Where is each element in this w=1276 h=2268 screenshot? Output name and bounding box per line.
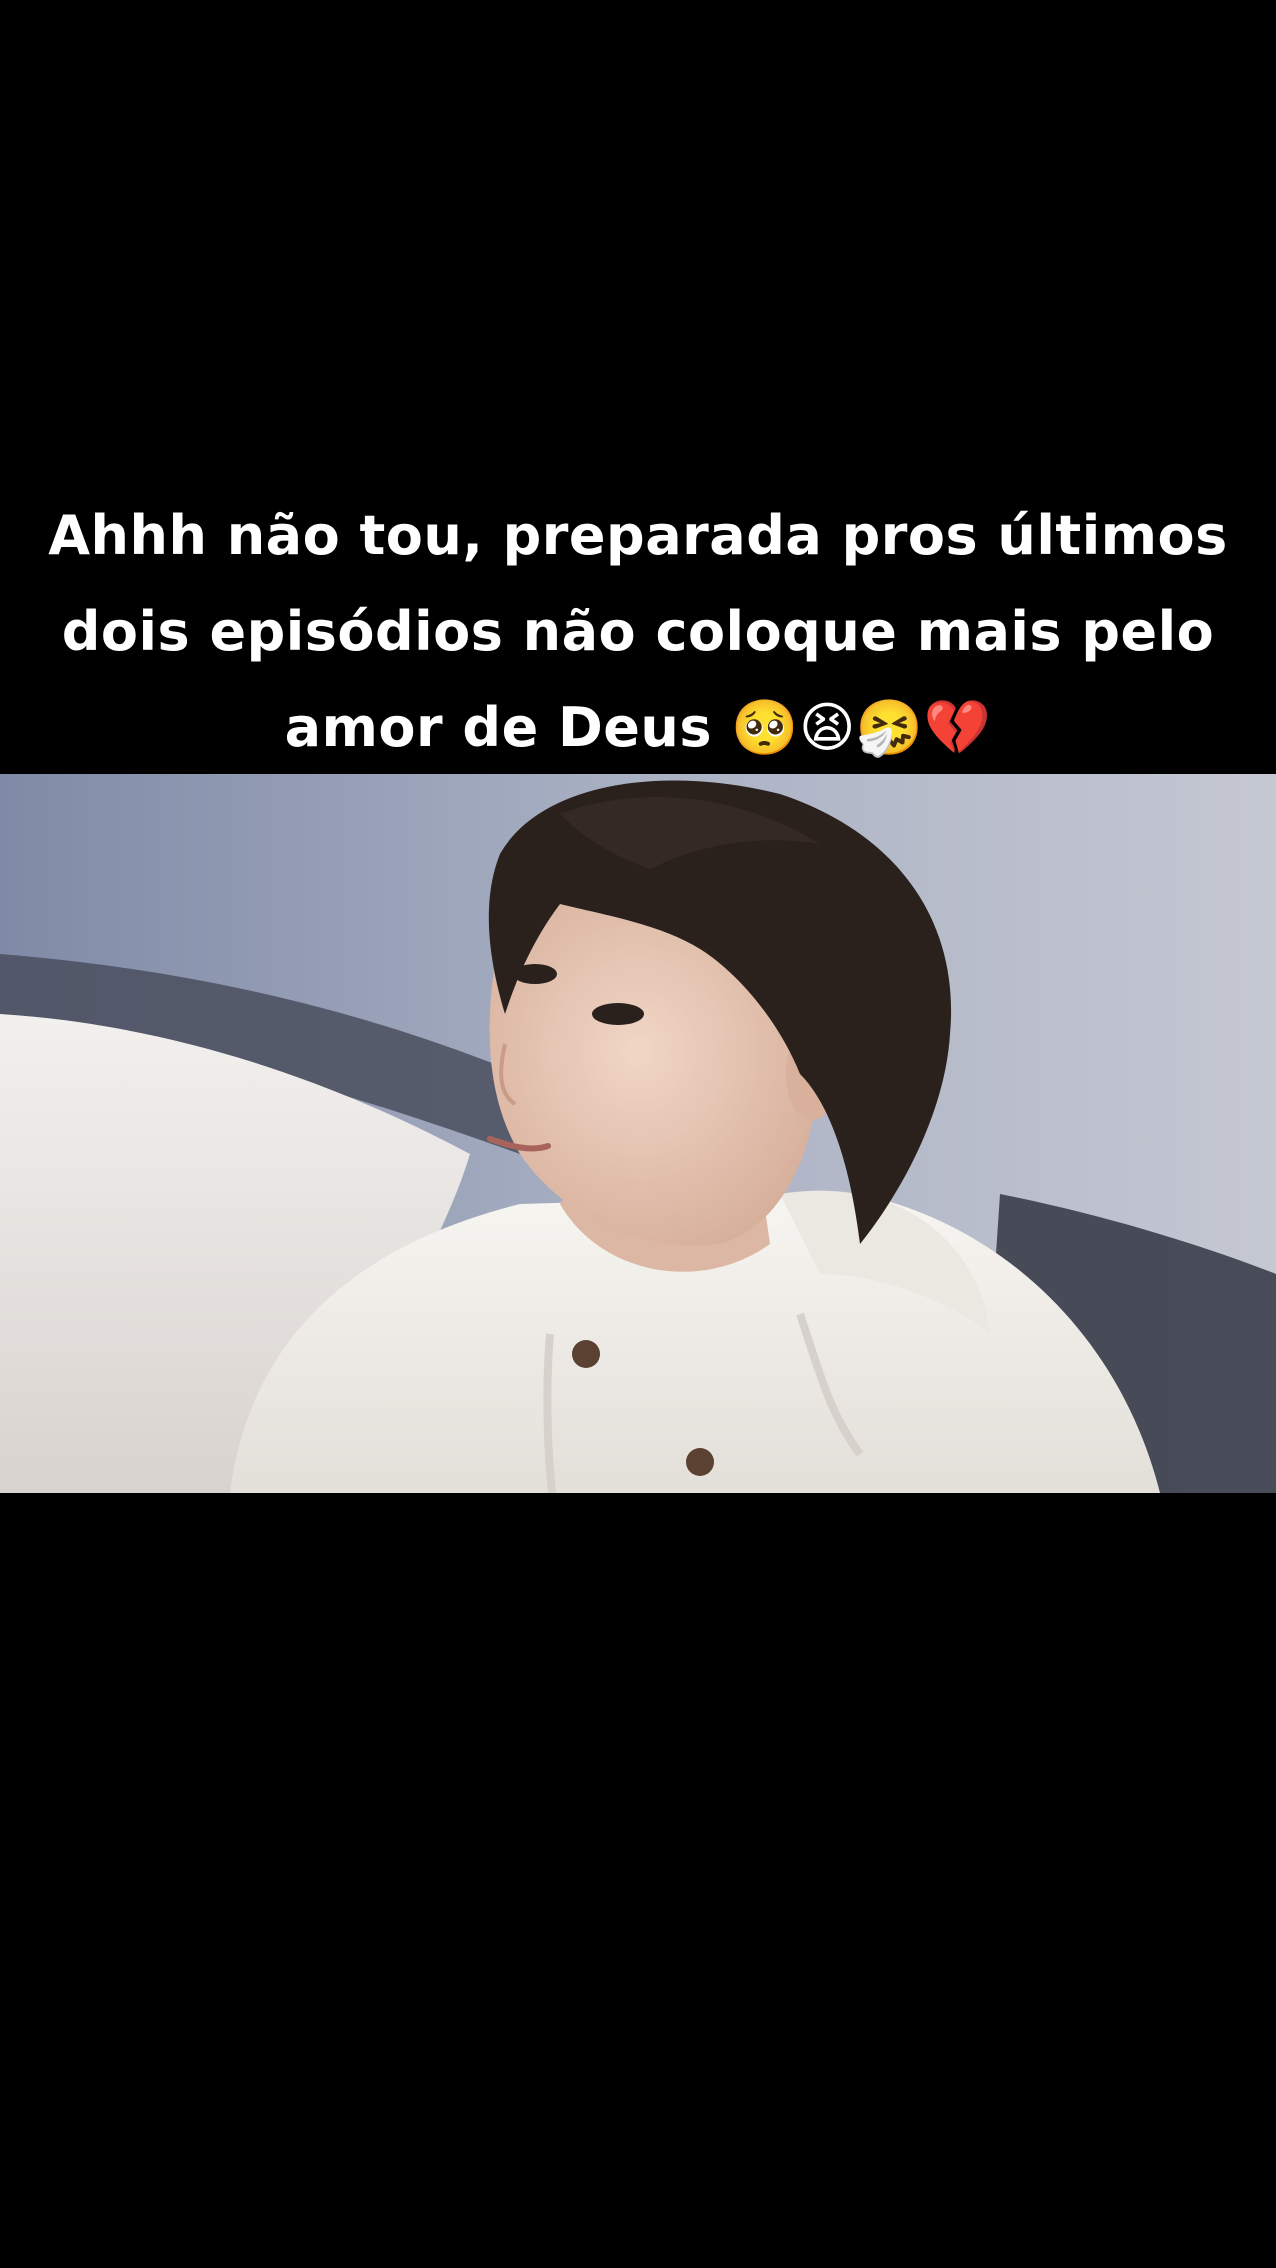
- video-caption: Ahhh não tou, preparada pros últimos doi…: [0, 488, 1276, 776]
- video-screen[interactable]: Ahhh não tou, preparada pros últimos doi…: [0, 0, 1276, 2268]
- hoodie-button-2: [686, 1448, 714, 1476]
- hoodie-button-1: [572, 1340, 600, 1368]
- caption-line-3: amor de Deus 🥺😫🤧💔: [284, 696, 992, 759]
- video-frame[interactable]: [0, 774, 1276, 1493]
- caption-line-2: dois episódios não coloque mais pelo: [61, 600, 1215, 663]
- drawstring-left: [543, 1333, 556, 1493]
- eye-right: [592, 1003, 644, 1025]
- caption-line-1: Ahhh não tou, preparada pros últimos: [48, 504, 1228, 567]
